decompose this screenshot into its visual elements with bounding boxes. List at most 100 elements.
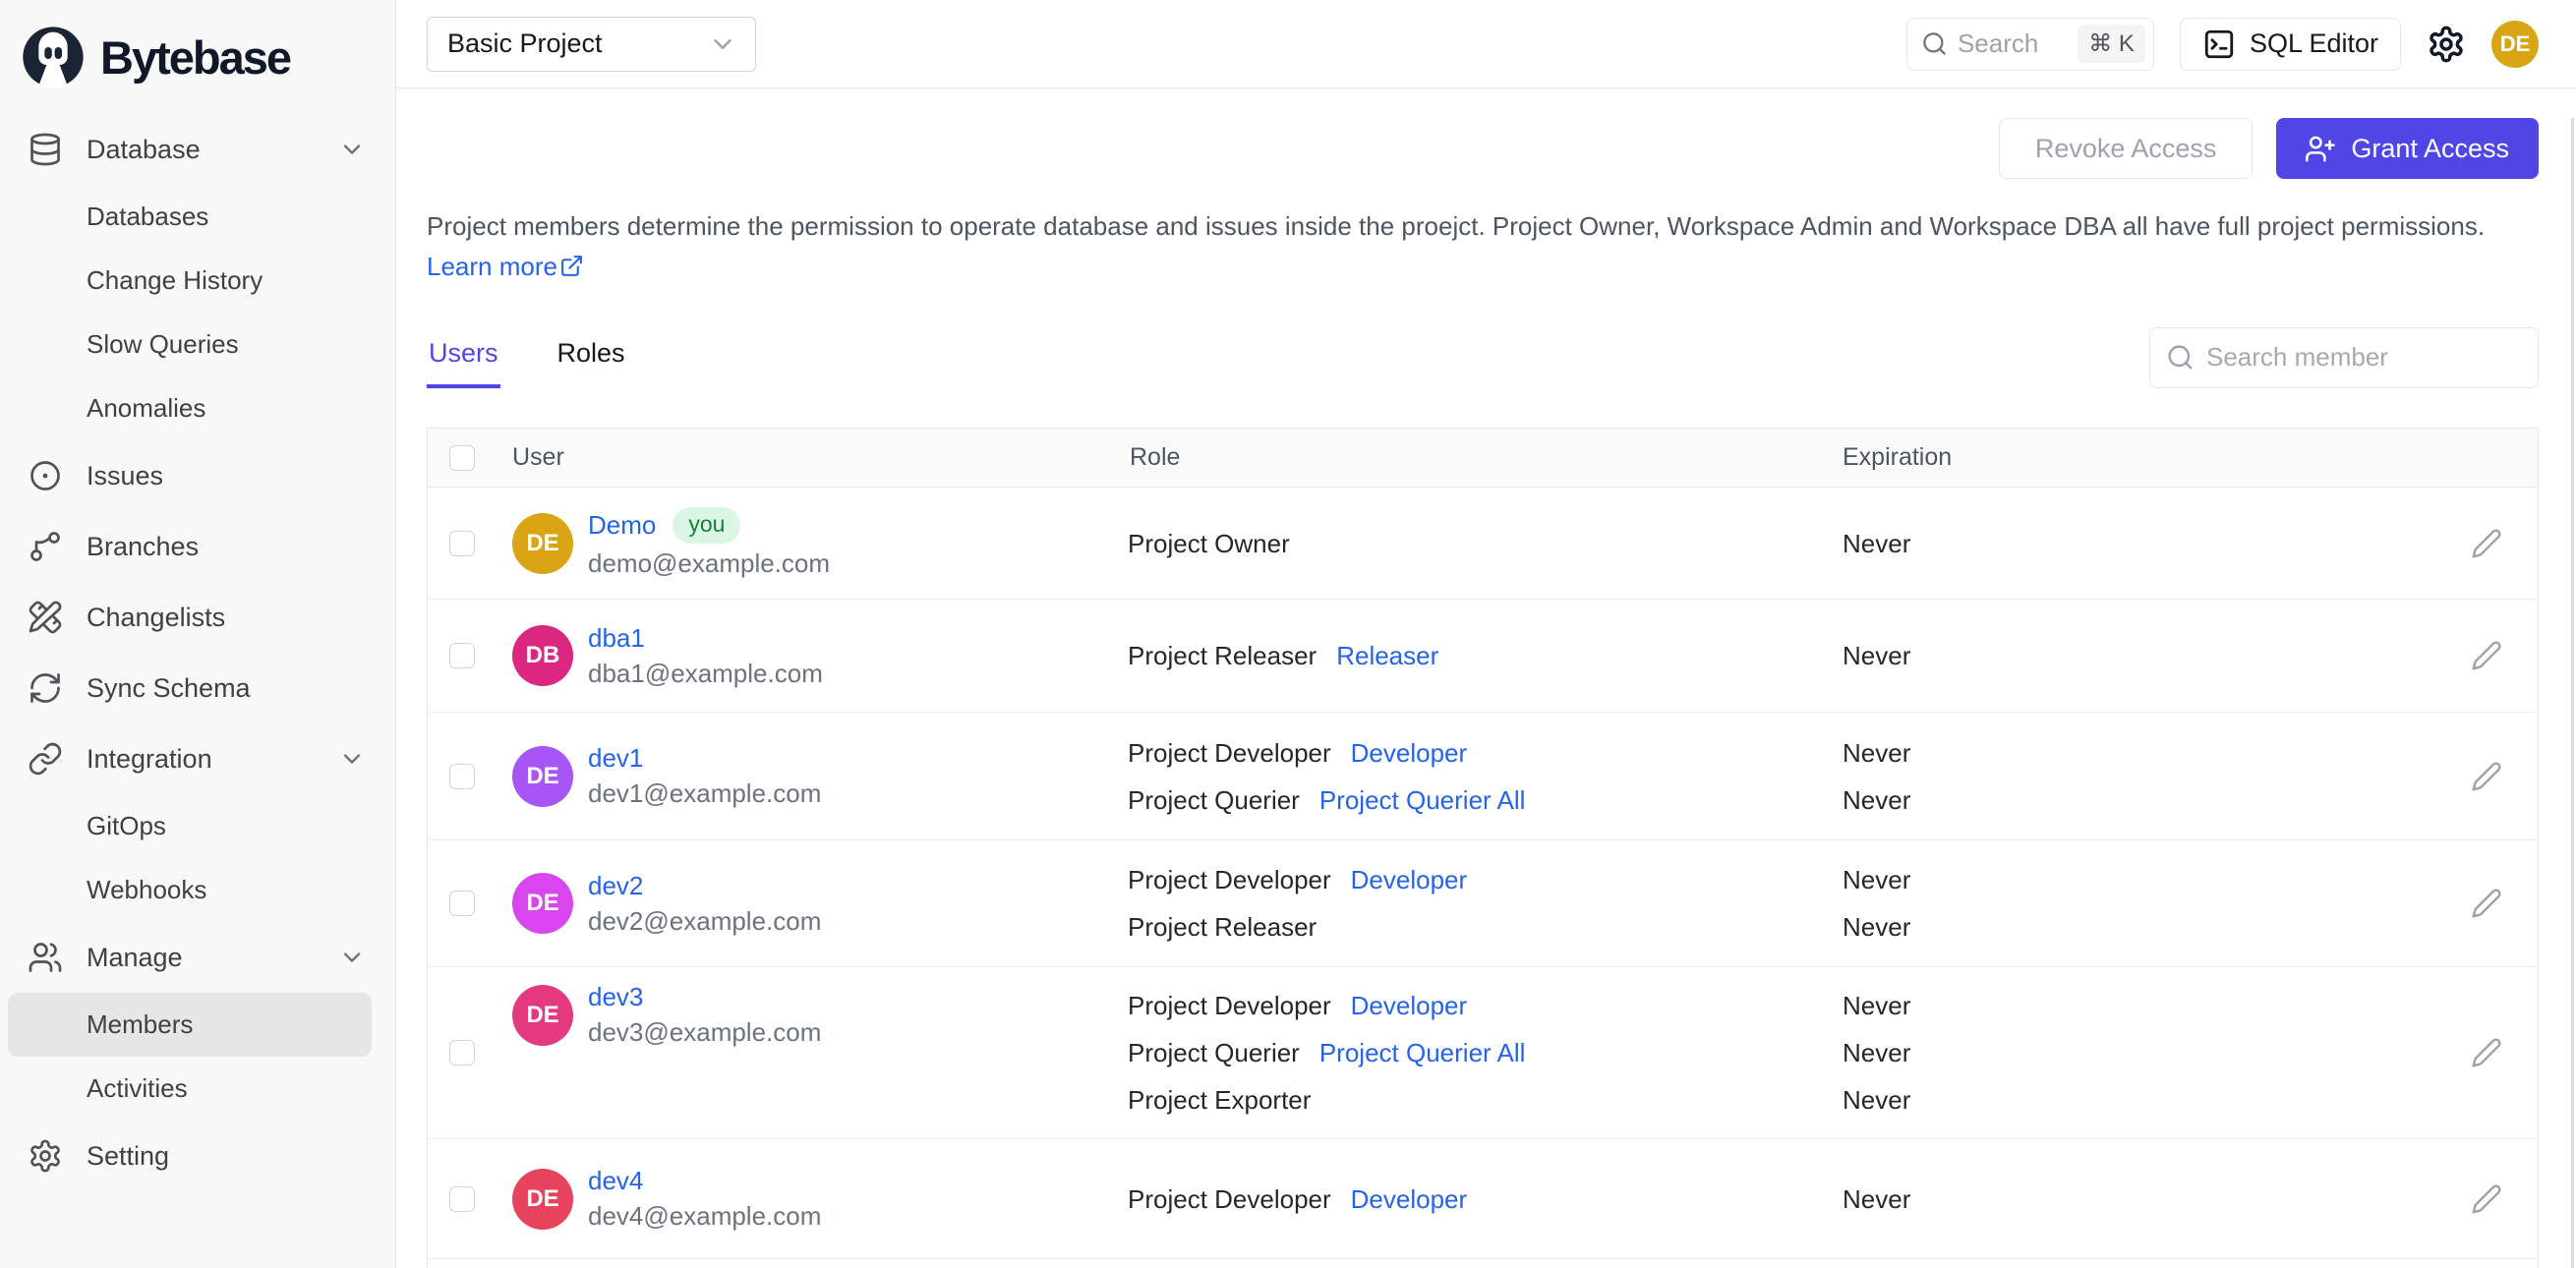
edit-pencil-icon[interactable] [2471,761,2502,792]
member-name-link[interactable]: Demo [588,510,656,541]
tabs-row: Users Roles [427,326,2539,388]
role-name: Project Querier [1128,784,1300,815]
table-row: DE dev2 dev2@example.com Project Develop… [428,840,2538,967]
sidebar-item-issues[interactable]: Issues [0,440,395,511]
sidebar-item-label: Changelists [87,602,226,632]
avatar: DE [512,745,573,807]
pencil-ruler-icon [28,600,63,635]
sidebar-item-label: Manage [87,942,183,972]
revoke-access-button[interactable]: Revoke Access [1998,118,2254,179]
member-email: dba1@example.com [588,658,823,688]
brand-name: Bytebase [100,30,292,84]
expiration-value: Never [1843,737,1911,768]
sql-editor-label: SQL Editor [2249,29,2378,58]
table-row: DE dev3 dev3@example.com Project Develop… [428,967,2538,1139]
sidebar-item-integration[interactable]: Integration [0,723,395,794]
sidebar-item-changelists[interactable]: Changelists [0,582,395,653]
role-link[interactable]: Developer [1351,729,1468,777]
avatar: DE [512,984,573,1046]
row-checkbox[interactable] [449,891,475,916]
edit-pencil-icon[interactable] [2471,528,2502,559]
search-icon [2166,343,2195,372]
role-link[interactable]: Developer [1351,856,1468,903]
bytebase-logo[interactable]: Bytebase [0,0,395,110]
column-header-expiration: Expiration [1843,443,1953,471]
avatar: DE [512,1168,573,1230]
member-name-link[interactable]: dba1 [588,623,645,654]
members-description: Project members determine the permission… [427,206,2539,287]
learn-more-label: Learn more [427,252,557,281]
tab-roles[interactable]: Roles [556,326,627,388]
sidebar-item-webhooks[interactable]: Webhooks [0,858,395,922]
edit-pencil-icon[interactable] [2471,640,2502,671]
expiration-value: Never [1843,991,1911,1020]
sidebar-item-manage[interactable]: Manage [0,922,395,993]
tab-users[interactable]: Users [427,326,500,388]
role-link[interactable]: Developer [1351,1176,1468,1223]
role-name: Project Owner [1128,528,1290,558]
terminal-icon [2202,28,2236,61]
role-name: Project Developer [1128,737,1331,768]
row-checkbox[interactable] [449,1040,475,1066]
role-name: Project Developer [1128,991,1331,1020]
sidebar-item-database[interactable]: Database [0,114,395,185]
member-email: dev3@example.com [588,1017,822,1047]
sidebar-item-slow-queries[interactable]: Slow Queries [0,313,395,376]
git-branch-icon [28,529,63,564]
settings-gear-icon[interactable] [2427,25,2466,64]
row-checkbox[interactable] [449,643,475,668]
you-badge: you [673,507,741,544]
sidebar-nav: Database Databases Change History Slow Q… [0,110,395,1195]
select-all-checkbox[interactable] [449,444,475,471]
sidebar-item-label: Branches [87,531,200,561]
role-name: Project Releaser [1128,641,1317,670]
member-search[interactable] [2149,326,2539,388]
role-link[interactable]: Project Querier All [1319,777,1526,824]
expiration-value: Never [1843,1183,1911,1214]
sidebar-item-members[interactable]: Members [8,993,372,1057]
sidebar-item-setting[interactable]: Setting [0,1121,395,1191]
global-search-input[interactable] [1957,29,2069,59]
sidebar-item-label: Databases [87,202,209,231]
expiration-value: Never [1843,1038,1911,1067]
edit-pencil-icon[interactable] [2471,1037,2502,1068]
gear-icon [28,1138,63,1174]
member-name-link[interactable]: dev2 [588,871,643,901]
row-checkbox[interactable] [449,530,475,556]
sidebar-item-gitops[interactable]: GitOps [0,794,395,858]
sidebar-item-label: Slow Queries [87,329,239,359]
sidebar-item-anomalies[interactable]: Anomalies [0,376,395,440]
row-checkbox[interactable] [449,1185,475,1212]
member-email: demo@example.com [588,548,831,578]
role-link[interactable]: Project Querier All [1319,1029,1526,1076]
sidebar-item-sync-schema[interactable]: Sync Schema [0,653,395,723]
user-avatar[interactable]: DE [2491,20,2539,68]
sql-editor-button[interactable]: SQL Editor [2179,17,2401,71]
sidebar-item-databases[interactable]: Databases [0,185,395,249]
sidebar-item-branches[interactable]: Branches [0,511,395,582]
member-email: dev1@example.com [588,778,822,808]
sidebar-item-label: Integration [87,743,212,774]
edit-pencil-icon[interactable] [2471,888,2502,919]
learn-more-link[interactable]: Learn more [427,252,584,281]
project-selector[interactable]: Basic Project [427,16,756,72]
avatar: DE [512,512,573,574]
sidebar-item-change-history[interactable]: Change History [0,249,395,313]
member-name-link[interactable]: dev4 [588,1166,643,1196]
member-search-input[interactable] [2206,342,2522,373]
sidebar-item-label: Activities [87,1073,188,1103]
sidebar-item-activities[interactable]: Activities [0,1057,395,1121]
role-link[interactable]: Developer [1351,982,1468,1029]
grant-access-button[interactable]: Grant Access [2276,118,2539,179]
global-search[interactable]: ⌘ K [1905,17,2154,71]
member-name-link[interactable]: dev3 [588,982,643,1012]
avatar: DB [512,625,573,686]
scrollbar[interactable] [2571,118,2574,1268]
sidebar-item-label: Issues [87,460,164,490]
member-name-link[interactable]: dev1 [588,743,643,774]
role-name: Project Developer [1128,1183,1331,1214]
members-description-text: Project members determine the permission… [427,211,2486,241]
role-link[interactable]: Releaser [1336,632,1438,679]
row-checkbox[interactable] [449,763,475,789]
edit-pencil-icon[interactable] [2471,1183,2502,1215]
